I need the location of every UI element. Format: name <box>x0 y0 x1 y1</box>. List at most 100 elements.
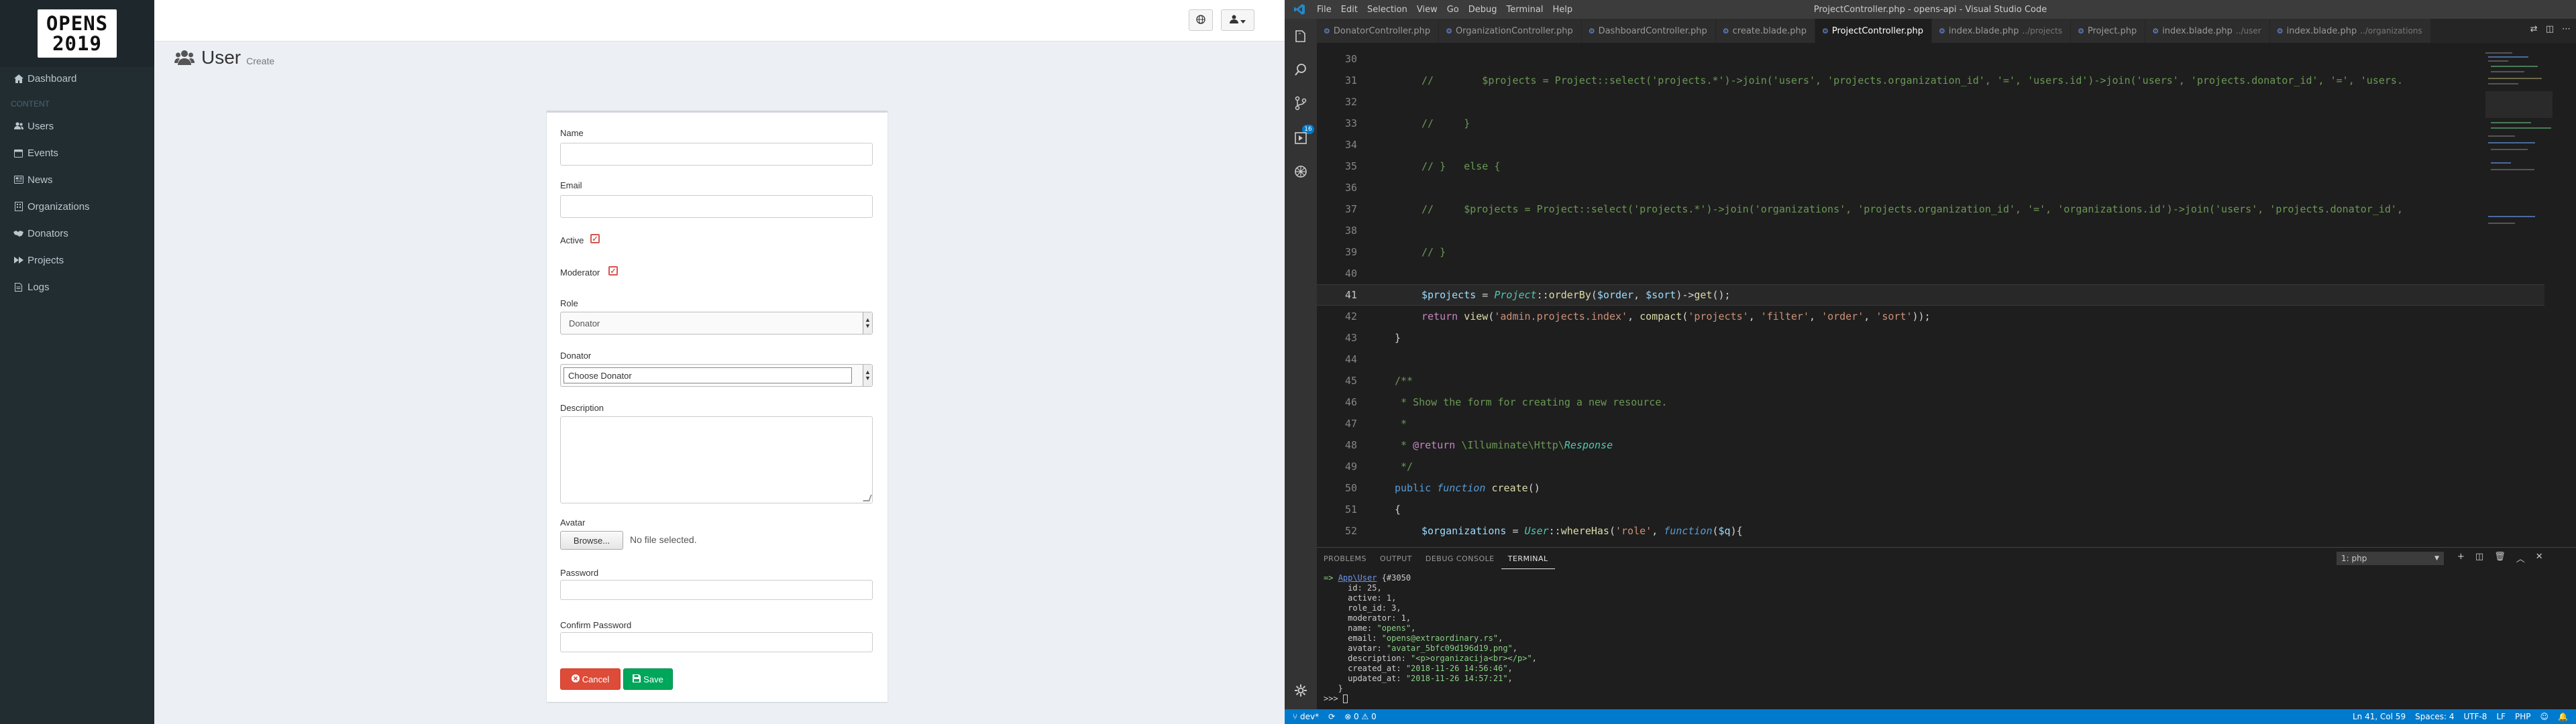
code-editor[interactable]: 30 31// $projects = Project::select('pro… <box>1317 48 2565 543</box>
debug-icon[interactable] <box>1293 130 1309 146</box>
menu-debug[interactable]: Debug <box>1468 5 1497 15</box>
line-number: 34 <box>1344 139 1357 151</box>
tab-project-model[interactable]: ⚙ Project.php <box>2071 19 2146 43</box>
users-icon <box>13 122 23 130</box>
tab-dashboard-controller[interactable]: ⚙ DashboardController.php <box>1581 19 1716 43</box>
terminal-line: id: 25, <box>1324 583 1382 593</box>
confirm-password-input[interactable] <box>560 632 873 652</box>
menu-go[interactable]: Go <box>1447 5 1459 15</box>
language-mode[interactable]: PHP <box>2515 712 2531 721</box>
sidebar-section-header: CONTENT <box>11 99 50 109</box>
tab-label: index.blade.php <box>2162 25 2233 36</box>
sidebar-item-events[interactable]: Events <box>0 139 154 166</box>
tab-problems[interactable]: PROBLEMS <box>1317 548 1373 569</box>
search-icon[interactable] <box>1293 62 1309 78</box>
code-token: $organizations <box>1421 525 1507 537</box>
calendar-icon <box>13 149 23 158</box>
line-number: 51 <box>1344 503 1357 516</box>
git-branch[interactable]: ⑂ dev* <box>1293 712 1319 721</box>
sidebar-item-donators[interactable]: Donators <box>0 220 154 247</box>
menu-view[interactable]: View <box>1417 5 1438 15</box>
add-icon[interactable]: + <box>2457 552 2465 564</box>
php-file-icon: ⚙ <box>1588 26 1595 36</box>
browse-button[interactable]: Browse... <box>560 531 623 550</box>
sync-icon[interactable]: ⟳ <box>1328 712 1335 721</box>
more-icon[interactable]: ⋯ <box>2562 24 2571 34</box>
encoding[interactable]: UTF-8 <box>2463 712 2487 721</box>
user-menu-button[interactable] <box>1221 9 1254 31</box>
compare-icon[interactable]: ⇄ <box>2530 24 2538 34</box>
terminal-select-value: 1: php <box>2341 554 2367 563</box>
sidebar-item-logs[interactable]: Logs <box>0 274 154 300</box>
line-ending[interactable]: LF <box>2496 712 2506 721</box>
tab-terminal[interactable]: TERMINAL <box>1501 548 1555 569</box>
vscode-titlebar: File Edit Selection View Go Debug Termin… <box>1285 0 2576 19</box>
donator-select[interactable]: Choose Donator ▲ ▼ <box>560 364 873 387</box>
tab-index-blade-user[interactable]: ⚙ index.blade.php ../user <box>2145 19 2270 43</box>
tab-create-blade[interactable]: ⚙ create.blade.php <box>1715 19 1815 43</box>
active-checkbox[interactable]: ✓ <box>590 234 600 243</box>
description-textarea[interactable] <box>560 416 873 503</box>
menu-selection[interactable]: Selection <box>1367 5 1407 15</box>
problems-indicator[interactable]: ⊗ 0 ⚠ 0 <box>1344 712 1377 721</box>
gear-icon[interactable] <box>1293 682 1309 699</box>
panel-actions: + ◫ 🗑 ︿ ✕ <box>2457 552 2543 564</box>
language-button[interactable] <box>1189 9 1213 31</box>
terminal-prompt: >>> <box>1324 694 1343 703</box>
tab-output[interactable]: OUTPUT <box>1373 548 1419 569</box>
menu-terminal[interactable]: Terminal <box>1507 5 1544 15</box>
tab-donator-controller[interactable]: ⚙ DonatorController.php <box>1317 19 1440 43</box>
minimap[interactable] <box>2485 48 2566 543</box>
sidebar-item-label: Donators <box>28 227 68 239</box>
code-line: 43} <box>1317 327 2544 349</box>
code-text: } <box>1395 332 1401 344</box>
maximize-icon[interactable]: ︿ <box>2516 552 2525 564</box>
terminal-token: "2018-11-26 14:56:46" <box>1405 664 1508 673</box>
terminal-line: } <box>1324 684 1343 693</box>
code-line: 45 /** <box>1317 370 2544 391</box>
trash-icon[interactable]: 🗑 <box>2494 552 2506 564</box>
terminal-token: updated_at: <box>1324 674 1406 683</box>
logo[interactable]: OPENS 2019 <box>0 0 154 67</box>
split-terminal-icon[interactable]: ◫ <box>2475 552 2483 564</box>
code-token: ( <box>1712 525 1719 537</box>
sidebar-item-users[interactable]: Users <box>0 113 154 139</box>
split-editor-icon[interactable]: ◫ <box>2546 24 2554 34</box>
name-input[interactable] <box>560 143 873 166</box>
code-line: 38 <box>1317 220 2544 241</box>
indentation[interactable]: Spaces: 4 <box>2415 712 2454 721</box>
cursor-position[interactable]: Ln 41, Col 59 <box>2353 712 2406 721</box>
cancel-button[interactable]: Cancel <box>560 668 621 690</box>
menu-file[interactable]: File <box>1317 5 1332 15</box>
sidebar-item-projects[interactable]: Projects <box>0 247 154 274</box>
sidebar-item-dashboard[interactable]: Dashboard <box>0 67 154 90</box>
php-file-icon: ⚙ <box>2152 26 2159 36</box>
check-icon: ✓ <box>592 235 598 243</box>
sidebar-item-label: News <box>28 174 53 186</box>
tab-project-controller[interactable]: ⚙ ProjectController.php <box>1815 19 1932 43</box>
sidebar-item-news[interactable]: News <box>0 166 154 193</box>
save-button[interactable]: Save <box>623 668 673 690</box>
tab-index-blade-organizations[interactable]: ⚙ index.blade.php ../organizations <box>2269 19 2431 43</box>
menu-help[interactable]: Help <box>1552 5 1572 15</box>
moderator-checkbox[interactable]: ✓ <box>608 266 618 276</box>
bell-icon[interactable]: 🔔 <box>2558 712 2568 721</box>
extensions-icon[interactable] <box>1293 164 1309 180</box>
password-input[interactable] <box>560 580 873 600</box>
terminal-select[interactable]: 1: php ▼ <box>2337 552 2444 565</box>
source-control-icon[interactable] <box>1293 95 1309 111</box>
tab-debug-console[interactable]: DEBUG CONSOLE <box>1419 548 1501 569</box>
smiley-icon[interactable]: ☺ <box>2540 712 2549 721</box>
terminal-output[interactable]: => App\User {#3050 id: 25, active: 1, ro… <box>1324 573 1537 704</box>
code-line: 31 // $projects = Project::select('projec… <box>1317 70 2544 91</box>
role-select[interactable]: Donator ▲ ▼ <box>560 312 873 335</box>
tab-organization-controller[interactable]: ⚙ OrganizationController.php <box>1439 19 1582 43</box>
explorer-icon[interactable] <box>1293 28 1309 44</box>
sidebar-item-organizations[interactable]: Organizations <box>0 193 154 220</box>
close-icon[interactable]: ✕ <box>2536 552 2543 564</box>
menu-edit[interactable]: Edit <box>1341 5 1358 15</box>
email-input[interactable] <box>560 195 873 218</box>
resize-grip-icon[interactable] <box>863 495 872 501</box>
code-text: // $projects = Project::select('projects… <box>1421 74 2403 86</box>
tab-index-blade-projects[interactable]: ⚙ index.blade.php ../projects <box>1931 19 2072 43</box>
